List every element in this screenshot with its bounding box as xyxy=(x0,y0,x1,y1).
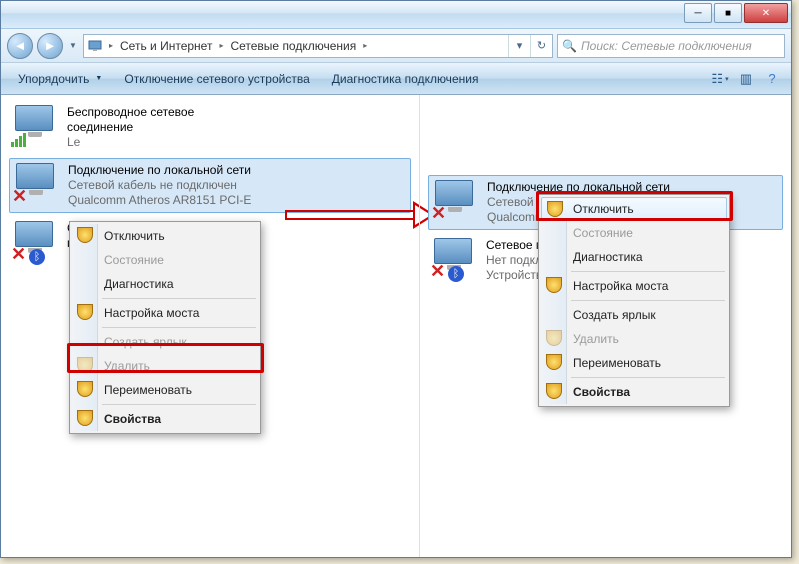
menu-separator xyxy=(571,300,725,301)
menu-rename[interactable]: Переименовать xyxy=(72,378,258,402)
menu-delete: Удалить xyxy=(541,327,727,351)
connection-subtitle: Устройств xyxy=(486,268,542,283)
shield-icon xyxy=(546,330,562,346)
context-menu: Отключить Состояние Диагностика Настройк… xyxy=(69,221,261,434)
menu-disable[interactable]: Отключить xyxy=(541,197,727,221)
menu-properties[interactable]: Свойства xyxy=(541,380,727,404)
menu-separator xyxy=(102,327,256,328)
menu-separator xyxy=(102,404,256,405)
lan-adapter-icon: ✕ xyxy=(431,180,479,222)
menu-properties[interactable]: Свойства xyxy=(72,407,258,431)
search-input[interactable]: 🔍 Поиск: Сетевые подключения xyxy=(557,34,785,58)
wifi-adapter-icon xyxy=(11,105,59,147)
connection-subtitle: Le xyxy=(67,135,194,150)
search-placeholder: Поиск: Сетевые подключения xyxy=(581,39,752,53)
navbar: ◄ ► ▼ ▸ Сеть и Интернет ▸ Сетевые подклю… xyxy=(1,29,791,63)
menu-status: Состояние xyxy=(541,221,727,245)
connection-title: соединение xyxy=(67,120,194,135)
help-icon[interactable]: ? xyxy=(761,68,783,90)
diagnose-button[interactable]: Диагностика подключения xyxy=(323,67,488,91)
addressbar-dropdown[interactable]: ▾ xyxy=(508,35,530,57)
connection-subtitle: Сетевой кабель не подключен xyxy=(68,178,251,193)
lan-adapter-icon: ✕ xyxy=(12,163,60,205)
minimize-button[interactable]: ─ xyxy=(684,3,712,23)
menu-separator xyxy=(571,377,725,378)
toolbar: Упорядочить▼ Отключение сетевого устройс… xyxy=(1,63,791,95)
menu-shortcut: Создать ярлык xyxy=(72,330,258,354)
connection-title: Подключение по локальной сети xyxy=(487,180,670,195)
shield-icon xyxy=(77,357,93,373)
shield-icon xyxy=(77,410,93,426)
preview-pane-icon[interactable]: ▥ xyxy=(735,68,757,90)
shield-icon xyxy=(546,354,562,370)
addressbar[interactable]: ▸ Сеть и Интернет ▸ Сетевые подключения … xyxy=(83,34,553,58)
bluetooth-adapter-icon: ✕ ᛒ xyxy=(430,238,478,280)
back-button[interactable]: ◄ xyxy=(7,33,33,59)
organize-button[interactable]: Упорядочить▼ xyxy=(9,67,111,91)
content-area: Беспроводное сетевое соединение Le ✕ Под… xyxy=(1,95,791,557)
menu-separator xyxy=(102,298,256,299)
menu-diagnose[interactable]: Диагностика xyxy=(72,272,258,296)
connection-subtitle: Нет подкл xyxy=(486,253,542,268)
shield-icon xyxy=(546,383,562,399)
tutorial-arrow-icon xyxy=(285,203,435,227)
breadcrumb-segment[interactable]: Сеть и Интернет xyxy=(116,39,216,53)
menu-shortcut[interactable]: Создать ярлык xyxy=(541,303,727,327)
menu-bridge[interactable]: Настройка моста xyxy=(72,301,258,325)
shield-icon xyxy=(77,381,93,397)
chevron-right-icon: ▸ xyxy=(106,41,116,50)
shield-icon xyxy=(77,304,93,320)
menu-disable[interactable]: Отключить xyxy=(72,224,258,248)
bluetooth-adapter-icon: ✕ ᛒ xyxy=(11,221,59,263)
history-dropdown[interactable]: ▼ xyxy=(67,35,79,57)
menu-delete: Удалить xyxy=(72,354,258,378)
disable-device-button[interactable]: Отключение сетевого устройства xyxy=(115,67,318,91)
shield-icon xyxy=(77,227,93,243)
menu-diagnose[interactable]: Диагностика xyxy=(541,245,727,269)
network-icon xyxy=(84,35,106,57)
search-icon: 🔍 xyxy=(562,39,577,53)
connection-title: Подключение по локальной сети xyxy=(68,163,251,178)
view-change-icon[interactable]: ☷▾ xyxy=(709,68,731,90)
forward-button[interactable]: ► xyxy=(37,33,63,59)
menu-separator xyxy=(571,271,725,272)
menu-status: Состояние xyxy=(72,248,258,272)
titlebar[interactable]: ─ ■ ✕ xyxy=(1,1,791,29)
connection-wifi[interactable]: Беспроводное сетевое соединение Le xyxy=(1,99,419,156)
left-pane: Беспроводное сетевое соединение Le ✕ Под… xyxy=(1,95,419,557)
breadcrumb-segment[interactable]: Сетевые подключения xyxy=(226,39,360,53)
chevron-right-icon: ▸ xyxy=(360,41,370,50)
close-button[interactable]: ✕ xyxy=(744,3,788,23)
context-menu: Отключить Состояние Диагностика Настройк… xyxy=(538,194,730,407)
chevron-right-icon: ▸ xyxy=(216,41,226,50)
maximize-button[interactable]: ■ xyxy=(714,3,742,23)
menu-rename[interactable]: Переименовать xyxy=(541,351,727,375)
connection-title: Сетевое п xyxy=(486,238,542,253)
refresh-button[interactable]: ↻ xyxy=(530,35,552,57)
connection-title: Беспроводное сетевое xyxy=(67,105,194,120)
shield-icon xyxy=(546,277,562,293)
shield-icon xyxy=(547,201,563,217)
connection-subtitle: Qualcomm Atheros AR8151 PCI-E xyxy=(68,193,251,208)
explorer-window: ─ ■ ✕ ◄ ► ▼ ▸ Сеть и Интернет ▸ Сетевые … xyxy=(0,0,792,558)
right-pane: ✕ Подключение по локальной сети Сетевой … xyxy=(419,95,791,557)
menu-bridge[interactable]: Настройка моста xyxy=(541,274,727,298)
